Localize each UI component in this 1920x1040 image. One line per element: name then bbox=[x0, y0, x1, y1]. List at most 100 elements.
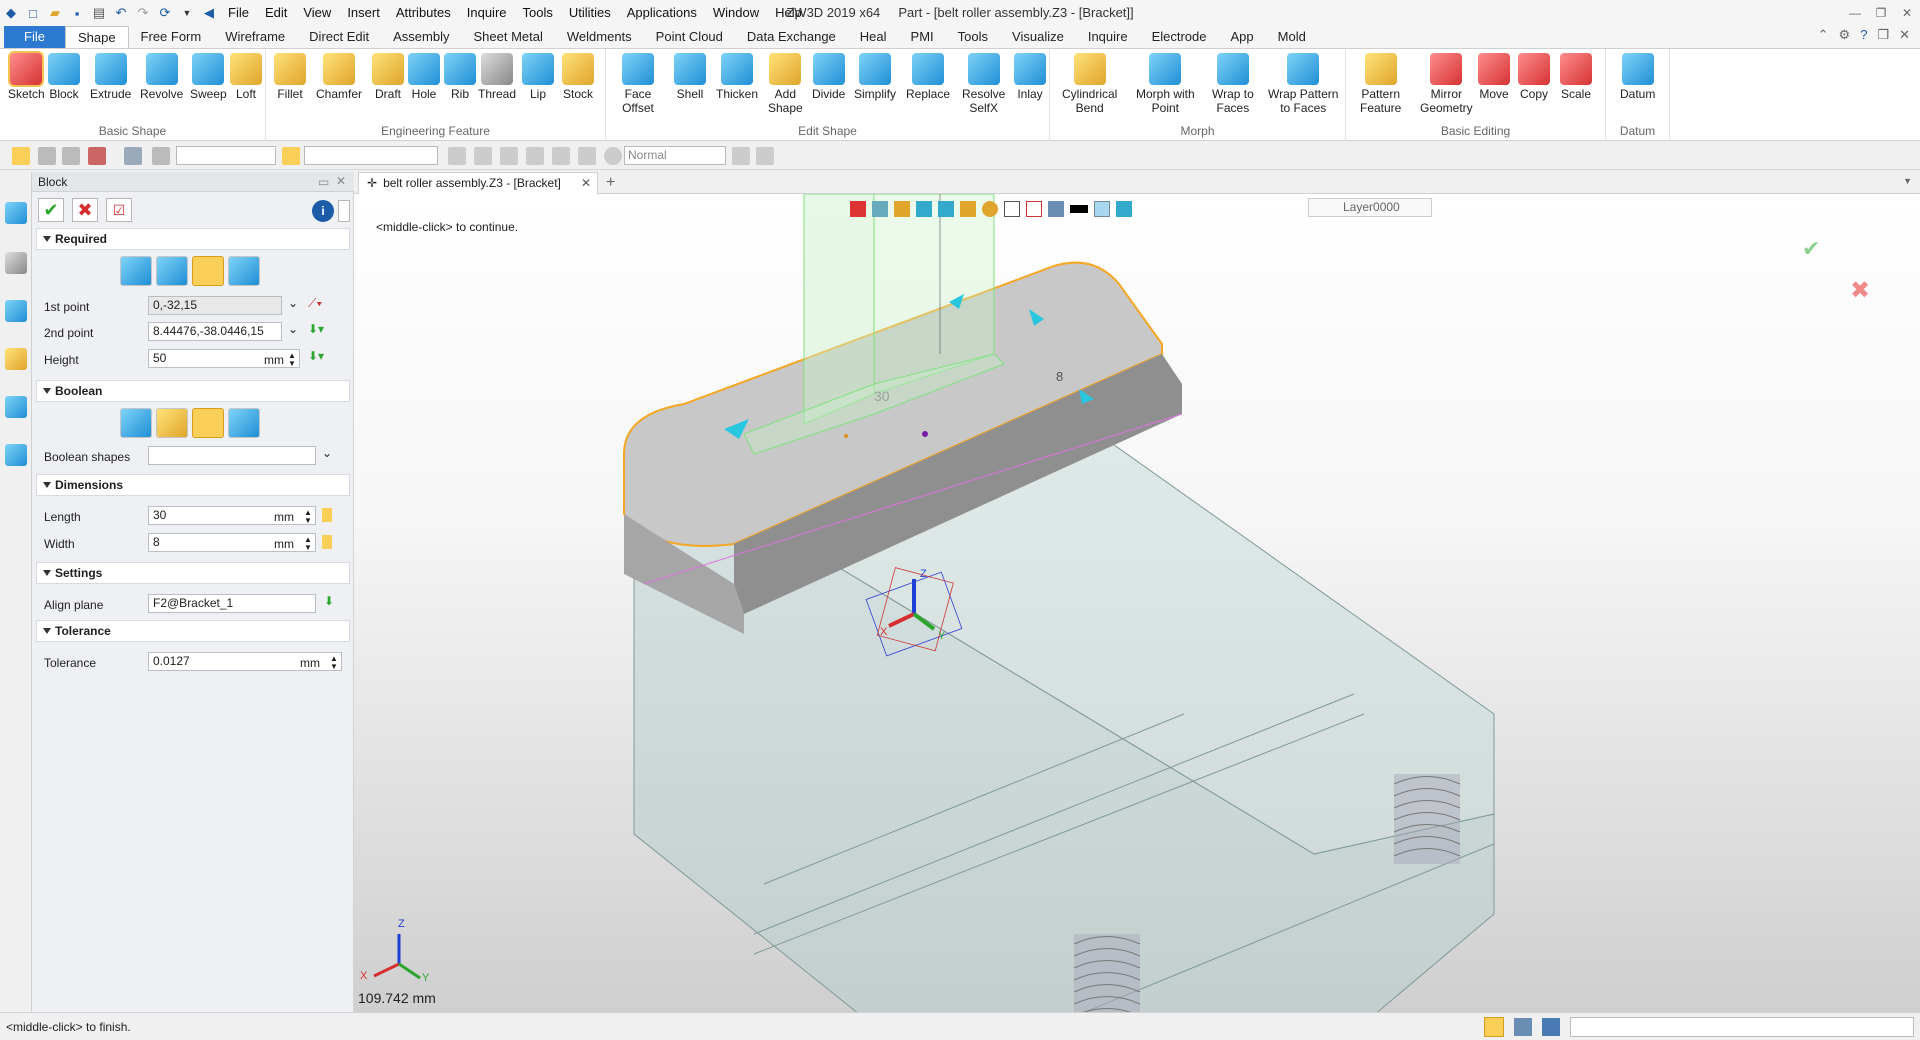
datum-button[interactable]: Datum bbox=[1620, 53, 1655, 101]
user-icon[interactable] bbox=[5, 444, 27, 466]
boolean-base-icon[interactable] bbox=[120, 408, 152, 438]
fillet-button[interactable]: Fillet bbox=[274, 53, 306, 101]
lighting-icon[interactable] bbox=[982, 201, 998, 217]
point-filter-icon[interactable] bbox=[88, 147, 106, 165]
collapse-ribbon-icon[interactable]: ⌃ bbox=[1818, 27, 1829, 43]
threaded-hole-1[interactable] bbox=[1393, 774, 1461, 864]
extrude-button[interactable]: Extrude bbox=[90, 53, 131, 101]
menu-tools[interactable]: Tools bbox=[515, 0, 561, 26]
tab-weldments[interactable]: Weldments bbox=[555, 26, 644, 48]
print-icon[interactable]: ▤ bbox=[88, 2, 110, 24]
move-button[interactable]: Move bbox=[1478, 53, 1510, 101]
tool-f-icon[interactable] bbox=[578, 147, 596, 165]
block-type-4-icon[interactable] bbox=[228, 256, 260, 286]
tab-pmi[interactable]: PMI bbox=[899, 26, 946, 48]
history-filter-icon[interactable] bbox=[152, 147, 170, 165]
style-combo[interactable]: Normal bbox=[624, 146, 726, 165]
save-icon[interactable]: ▪ bbox=[66, 2, 88, 24]
tab-list-icon[interactable]: ▼ bbox=[1903, 176, 1912, 186]
new-file-icon[interactable]: □ bbox=[22, 2, 44, 24]
snap-combo[interactable] bbox=[304, 146, 438, 165]
menu-window[interactable]: Window bbox=[705, 0, 767, 26]
face-color-swatch[interactable] bbox=[1094, 201, 1110, 217]
tab-mold[interactable]: Mold bbox=[1266, 26, 1318, 48]
cylindrical-bend-button[interactable]: Cylindrical Bend bbox=[1062, 53, 1117, 115]
tool-d-icon[interactable] bbox=[526, 147, 544, 165]
tab-app[interactable]: App bbox=[1219, 26, 1266, 48]
tab-inquire[interactable]: Inquire bbox=[1076, 26, 1140, 48]
chamfer-button[interactable]: Chamfer bbox=[316, 53, 362, 101]
menu-inquire[interactable]: Inquire bbox=[459, 0, 515, 26]
select-arrow-icon[interactable] bbox=[12, 147, 30, 165]
add-shape-button[interactable]: Add Shape bbox=[768, 53, 803, 115]
panel-pin-icon[interactable]: ▭ bbox=[318, 175, 329, 189]
tab-point-cloud[interactable]: Point Cloud bbox=[644, 26, 735, 48]
expand-chevron-icon[interactable]: ⌄ bbox=[288, 296, 298, 310]
menu-file[interactable]: File bbox=[220, 0, 257, 26]
expand-chevron-2-icon[interactable]: ⌄ bbox=[288, 322, 298, 336]
display-mode-icon[interactable] bbox=[872, 201, 888, 217]
pick-filter-icon[interactable] bbox=[38, 147, 56, 165]
thicken-button[interactable]: Thicken bbox=[716, 53, 758, 101]
status-monitor-icon[interactable] bbox=[1514, 1018, 1532, 1036]
replace-button[interactable]: Replace bbox=[906, 53, 950, 101]
tab-data-exchange[interactable]: Data Exchange bbox=[735, 26, 848, 48]
back-arrow-icon[interactable]: ◀ bbox=[198, 2, 220, 24]
history-tree-icon[interactable] bbox=[5, 252, 27, 274]
wire-view-icon[interactable] bbox=[938, 201, 954, 217]
section-settings[interactable]: Settings bbox=[36, 562, 350, 584]
tab-direct-edit[interactable]: Direct Edit bbox=[297, 26, 381, 48]
shape-filter-icon[interactable] bbox=[124, 147, 142, 165]
morph-with-point-button[interactable]: Morph with Point bbox=[1136, 53, 1195, 115]
close-doc-icon[interactable]: ✕ bbox=[1899, 27, 1910, 43]
menu-attributes[interactable]: Attributes bbox=[388, 0, 459, 26]
loft-button[interactable]: Loft bbox=[230, 53, 262, 101]
menu-insert[interactable]: Insert bbox=[339, 0, 388, 26]
undo-icon[interactable]: ↶ bbox=[110, 2, 132, 24]
inlay-button[interactable]: Inlay bbox=[1014, 53, 1046, 101]
restore-button[interactable]: ❐ bbox=[1868, 0, 1894, 26]
snap-icon[interactable] bbox=[282, 147, 300, 165]
lip-button[interactable]: Lip bbox=[522, 53, 554, 101]
tool-c-icon[interactable] bbox=[500, 147, 518, 165]
orient-cube-icon[interactable] bbox=[960, 201, 976, 217]
tool-g-icon[interactable] bbox=[732, 147, 750, 165]
tab-shape[interactable]: Shape bbox=[64, 26, 129, 48]
status-input-field[interactable] bbox=[1570, 1017, 1914, 1037]
anchor-point-2[interactable] bbox=[844, 434, 848, 438]
copy-button[interactable]: Copy bbox=[1518, 53, 1550, 101]
block-type-2-icon[interactable] bbox=[156, 256, 188, 286]
settings-gear-icon[interactable]: ⚙ bbox=[1839, 27, 1851, 43]
width-lock-icon[interactable] bbox=[322, 535, 332, 549]
ok-button[interactable]: ✔ bbox=[38, 198, 64, 222]
section-required[interactable]: Required bbox=[36, 228, 350, 250]
tab-sheet-metal[interactable]: Sheet Metal bbox=[462, 26, 555, 48]
clip-plane-icon[interactable] bbox=[1026, 201, 1042, 217]
tab-assembly[interactable]: Assembly bbox=[381, 26, 461, 48]
menu-utilities[interactable]: Utilities bbox=[561, 0, 619, 26]
open-folder-icon[interactable]: ▰ bbox=[44, 2, 66, 24]
wrap-to-faces-button[interactable]: Wrap to Faces bbox=[1212, 53, 1254, 115]
assembly-tree-icon[interactable] bbox=[5, 300, 27, 322]
tool-h-icon[interactable] bbox=[756, 147, 774, 165]
boolean-chevron-icon[interactable]: ⌄ bbox=[322, 446, 332, 460]
height-pick-icon[interactable]: ⬇▾ bbox=[308, 349, 324, 363]
length-spinner-icon[interactable]: ▲ ▼ bbox=[304, 509, 312, 525]
redo-icon[interactable]: ↷ bbox=[132, 2, 154, 24]
close-tab-icon[interactable]: ✕ bbox=[581, 173, 591, 193]
document-tab[interactable]: ✛ belt roller assembly.Z3 - [Bracket] ✕ bbox=[358, 172, 598, 194]
sweep-button[interactable]: Sweep bbox=[190, 53, 227, 101]
align-plane-pick-icon[interactable]: ⬇ bbox=[324, 594, 334, 608]
align-plane-field[interactable]: F2@Bracket_1 bbox=[148, 594, 316, 613]
shell-button[interactable]: Shell bbox=[674, 53, 706, 101]
help-icon[interactable]: ? bbox=[1860, 27, 1867, 43]
monitor-icon[interactable] bbox=[1048, 201, 1064, 217]
block-type-3-icon[interactable] bbox=[192, 256, 224, 286]
revolve-button[interactable]: Revolve bbox=[140, 53, 183, 101]
minimize-button[interactable]: — bbox=[1842, 0, 1868, 26]
draft-button[interactable]: Draft bbox=[372, 53, 404, 101]
tolerance-spinner-icon[interactable]: ▲ ▼ bbox=[330, 655, 338, 671]
apply-button[interactable]: ☑ bbox=[106, 198, 132, 222]
layer-combo[interactable]: Layer0000 bbox=[1308, 198, 1432, 217]
thread-button[interactable]: Thread bbox=[478, 53, 516, 101]
